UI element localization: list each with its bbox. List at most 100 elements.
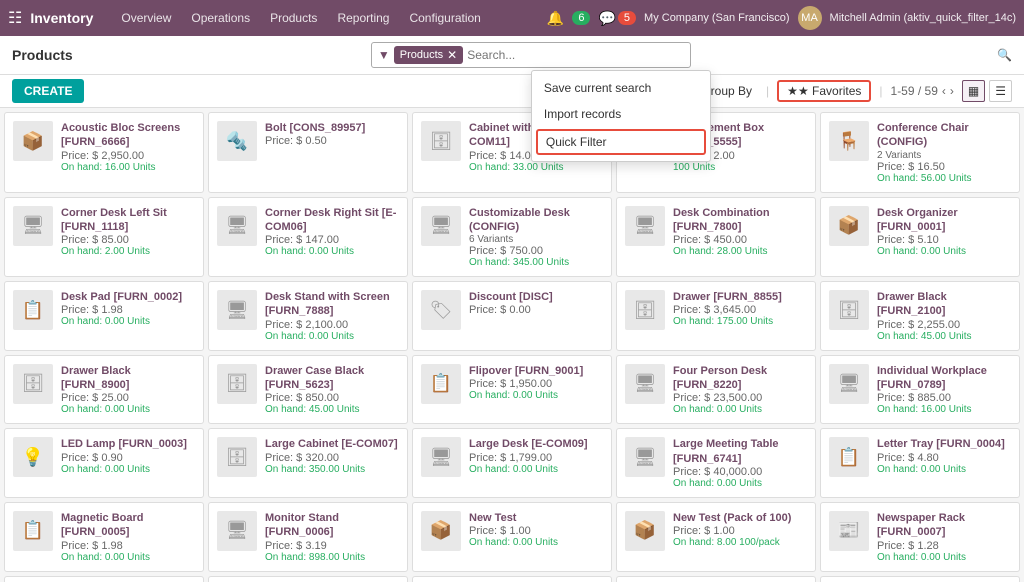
message-icon[interactable]: 💬 (598, 10, 615, 27)
product-card[interactable]: 🗄Drawer Case Black [FURN_5623]Price: $ 8… (208, 355, 408, 425)
product-card[interactable]: 🪑Office Chair Black [FURN_0269]Price: $ … (208, 576, 408, 582)
search-input[interactable] (467, 48, 684, 62)
product-card[interactable]: 🗄Drawer Black [FURN_8900]Price: $ 25.00O… (4, 355, 204, 425)
search-tag-close[interactable]: ✕ (447, 48, 457, 62)
grid-view-icon[interactable]: ▦ (962, 80, 985, 102)
product-card[interactable]: 📦Acoustic Bloc Screens [FURN_6666]Price:… (4, 112, 204, 193)
product-card[interactable]: 📋Magnetic Board [FURN_0005]Price: $ 1.98… (4, 502, 204, 572)
list-view-icon[interactable]: ☰ (989, 80, 1012, 102)
product-image: 🖥 (625, 206, 665, 246)
product-card[interactable]: 📋Desk Pad [FURN_0002]Price: $ 1.98On han… (4, 281, 204, 351)
prev-page-icon[interactable]: ‹ (942, 84, 946, 98)
product-name: Conference Chair (CONFIG) (877, 121, 1011, 150)
product-image: 🗄 (217, 364, 257, 404)
chat-badge[interactable]: 6 (572, 11, 590, 25)
product-name: New Test (469, 511, 603, 525)
product-price: Price: $ 2,255.00 (877, 319, 1011, 331)
product-name: LED Lamp [FURN_0003] (61, 437, 195, 451)
nav-overview[interactable]: Overview (113, 7, 179, 29)
search-bar: ▼ Products ✕ (371, 42, 691, 68)
product-stock: On hand: 0.00 Units (877, 552, 1011, 563)
product-card[interactable]: 🖥Monitor Stand [FURN_0006]Price: $ 3.19O… (208, 502, 408, 572)
product-card[interactable]: 💡LED Lamp [FURN_0003]Price: $ 0.90On han… (4, 428, 204, 498)
product-card[interactable]: 💻Office Design Software [FURN_9999]Price… (412, 576, 612, 582)
product-card[interactable]: 🖥Large Meeting Table [FURN_6741]Price: $… (616, 428, 816, 498)
products-area: 📦Acoustic Bloc Screens [FURN_6666]Price:… (0, 108, 1024, 582)
product-card[interactable]: 🖥Four Person Desk [FURN_8220]Price: $ 23… (616, 355, 816, 425)
message-badge-group: 💬 5 (598, 10, 636, 27)
product-info: Corner Desk Left Sit [FURN_1118]Price: $… (61, 206, 195, 269)
product-card[interactable]: 🪑Conference Chair (CONFIG)2 VariantsPric… (820, 112, 1020, 193)
product-card[interactable]: 📦 New TestPrice: $ 1.00On hand: 0.00 Unit… (412, 502, 612, 572)
product-card[interactable]: 🗄Drawer Black [FURN_2100]Price: $ 2,255.… (820, 281, 1020, 351)
product-name: Corner Desk Left Sit [FURN_1118] (61, 206, 195, 235)
product-stock: On hand: 0.00 Units (469, 464, 603, 475)
grid-icon[interactable]: ☷ (8, 8, 22, 28)
product-card[interactable]: 📦Desk Organizer [FURN_0001]Price: $ 5.10… (820, 197, 1020, 278)
nav-products[interactable]: Products (262, 7, 325, 29)
product-card[interactable]: 📋Flipover [FURN_9001]Price: $ 1,950.00On… (412, 355, 612, 425)
product-stock: On hand: 0.00 Units (469, 537, 603, 548)
product-card[interactable]: 🗄Large Cabinet [E-COM07]Price: $ 320.00O… (208, 428, 408, 498)
product-name: Drawer Black [FURN_2100] (877, 290, 1011, 319)
product-price: Price: $ 1.98 (61, 304, 195, 316)
product-card[interactable]: 📋Letter Tray [FURN_0004]Price: $ 4.80On … (820, 428, 1020, 498)
product-info: Magnetic Board [FURN_0005]Price: $ 1.98O… (61, 511, 195, 563)
product-name: Drawer Case Black [FURN_5623] (265, 364, 399, 393)
product-image: 🗄 (421, 121, 461, 161)
product-price: Price: $ 40,000.00 (673, 466, 807, 478)
product-info: Individual Workplace [FURN_0789]Price: $… (877, 364, 1011, 416)
product-card[interactable]: 🖥Individual Workplace [FURN_0789]Price: … (820, 355, 1020, 425)
message-badge[interactable]: 5 (618, 11, 636, 25)
product-image: 📋 (13, 290, 53, 330)
product-price: Price: $ 1.00 (469, 525, 603, 537)
product-card[interactable]: 🖥Large Desk [E-COM09]Price: $ 1,799.00On… (412, 428, 612, 498)
product-price: Price: $ 23,500.00 (673, 392, 807, 404)
product-card[interactable]: 🖥Customizable Desk (CONFIG)6 VariantsPri… (412, 197, 612, 278)
product-card[interactable]: 🖥Desk Combination [FURN_7800]Price: $ 45… (616, 197, 816, 278)
product-image: 🖥 (421, 206, 461, 246)
search-tag[interactable]: Products ✕ (394, 46, 463, 64)
product-card[interactable]: 🗄Drawer [FURN_8855]Price: $ 3,645.00On h… (616, 281, 816, 351)
product-card[interactable]: 🔩Bolt [CONS_89957]Price: $ 0.50 (208, 112, 408, 193)
product-stock: On hand: 56.00 Units (877, 173, 1011, 184)
product-image: 🖥 (217, 511, 257, 551)
user-avatar[interactable]: MA (798, 6, 822, 30)
product-card[interactable]: 📰Newspaper Rack [FURN_0007]Price: $ 1.28… (820, 502, 1020, 572)
next-page-icon[interactable]: › (950, 84, 954, 98)
product-card[interactable]: 🪑Office Chair [FURN_7777]Price: $ 70.00O… (4, 576, 204, 582)
save-current-search[interactable]: Save current search (532, 75, 710, 101)
product-info: Customizable Desk (CONFIG)6 VariantsPric… (469, 206, 603, 269)
import-records[interactable]: Import records (532, 101, 710, 127)
nav-operations[interactable]: Operations (183, 7, 258, 29)
product-price: Price: $ 320.00 (265, 452, 399, 464)
product-image: 📦 (829, 206, 869, 246)
product-card[interactable]: 🖥Corner Desk Left Sit [FURN_1118]Price: … (4, 197, 204, 278)
product-stock: On hand: 45.00 Units (265, 404, 399, 415)
product-info: Large Meeting Table [FURN_6741]Price: $ … (673, 437, 807, 489)
product-image: 📦 (421, 511, 461, 551)
product-card[interactable]: 📦Pack ProductPrice: $ 1.00On hand: 1,000… (820, 576, 1020, 582)
product-stock: On hand: 0.00 Units (877, 464, 1011, 475)
product-image: 🗄 (625, 290, 665, 330)
search-wrapper: ▼ Products ✕ Save current search Import … (371, 42, 691, 68)
product-image: 📋 (421, 364, 461, 404)
quick-filter[interactable]: Quick Filter (536, 129, 706, 155)
product-name: Desk Combination [FURN_7800] (673, 206, 807, 235)
search-expand-icon[interactable]: 🔍 (997, 48, 1012, 62)
bell-icon[interactable]: 🔔 (547, 10, 564, 27)
product-card[interactable]: 💡Office Lamp [FURN_8888]Price: $ 40.00On… (616, 576, 816, 582)
star-icon: ★ (787, 84, 798, 98)
main-menu: Overview Operations Products Reporting C… (113, 7, 489, 29)
product-name: Drawer Black [FURN_8900] (61, 364, 195, 393)
product-price: Price: $ 3.19 (265, 540, 399, 552)
product-card[interactable]: 🏷Discount [DISC]Price: $ 0.00 (412, 281, 612, 351)
nav-configuration[interactable]: Configuration (401, 7, 488, 29)
product-price: Price: $ 1,799.00 (469, 452, 603, 464)
product-card[interactable]: 🖥Corner Desk Right Sit [E-COM06]Price: $… (208, 197, 408, 278)
create-button[interactable]: CREATE (12, 79, 84, 103)
nav-reporting[interactable]: Reporting (329, 7, 397, 29)
product-card[interactable]: 📦New Test (Pack of 100)Price: $ 1.00On h… (616, 502, 816, 572)
product-card[interactable]: 🖥Desk Stand with Screen [FURN_7888]Price… (208, 281, 408, 351)
favorites-button[interactable]: ★ ★ Favorites (777, 80, 871, 102)
